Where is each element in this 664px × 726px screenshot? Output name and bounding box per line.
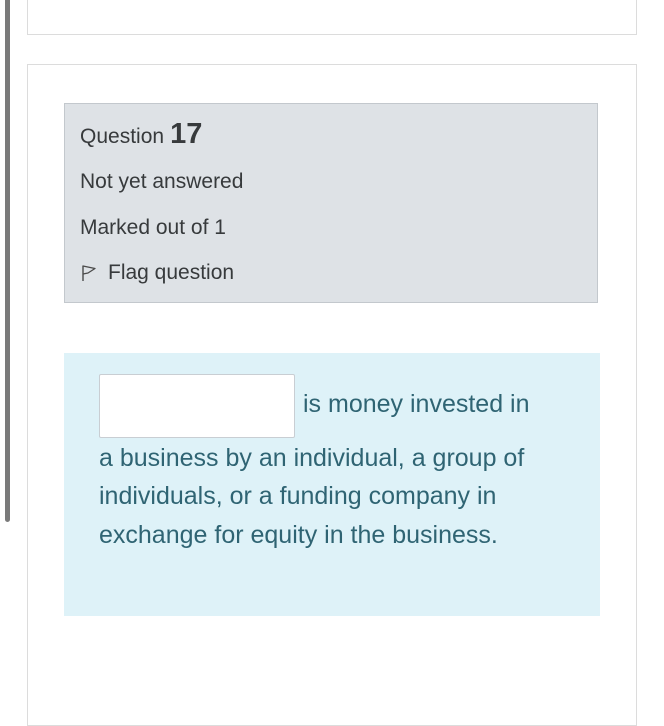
question-text-line-1: is money invested in: [303, 390, 530, 418]
question-info: Question 17 Not yet answered Marked out o…: [64, 103, 598, 303]
question-number: 17: [170, 118, 203, 150]
question-state: Not yet answered: [80, 170, 244, 193]
scrollbar[interactable]: [5, 0, 10, 522]
flag-question-label: Flag question: [108, 261, 235, 284]
question-title: Question 17: [80, 118, 202, 151]
previous-question-card: [27, 0, 637, 35]
answer-input[interactable]: [99, 374, 295, 438]
question-text-line-2: a business by an individual, a group of: [99, 444, 525, 472]
question-grade: Marked out of 1: [80, 216, 226, 239]
question-label: Question: [80, 125, 165, 148]
flag-question-button[interactable]: Flag question: [80, 261, 234, 285]
flag-outline-icon: [80, 264, 108, 282]
question-formulation: is money invested in a business by an in…: [64, 353, 600, 616]
question-text-line-4: exchange for equity in the business.: [99, 521, 498, 549]
question-text-line-3: individuals, or a funding company in: [99, 482, 497, 510]
